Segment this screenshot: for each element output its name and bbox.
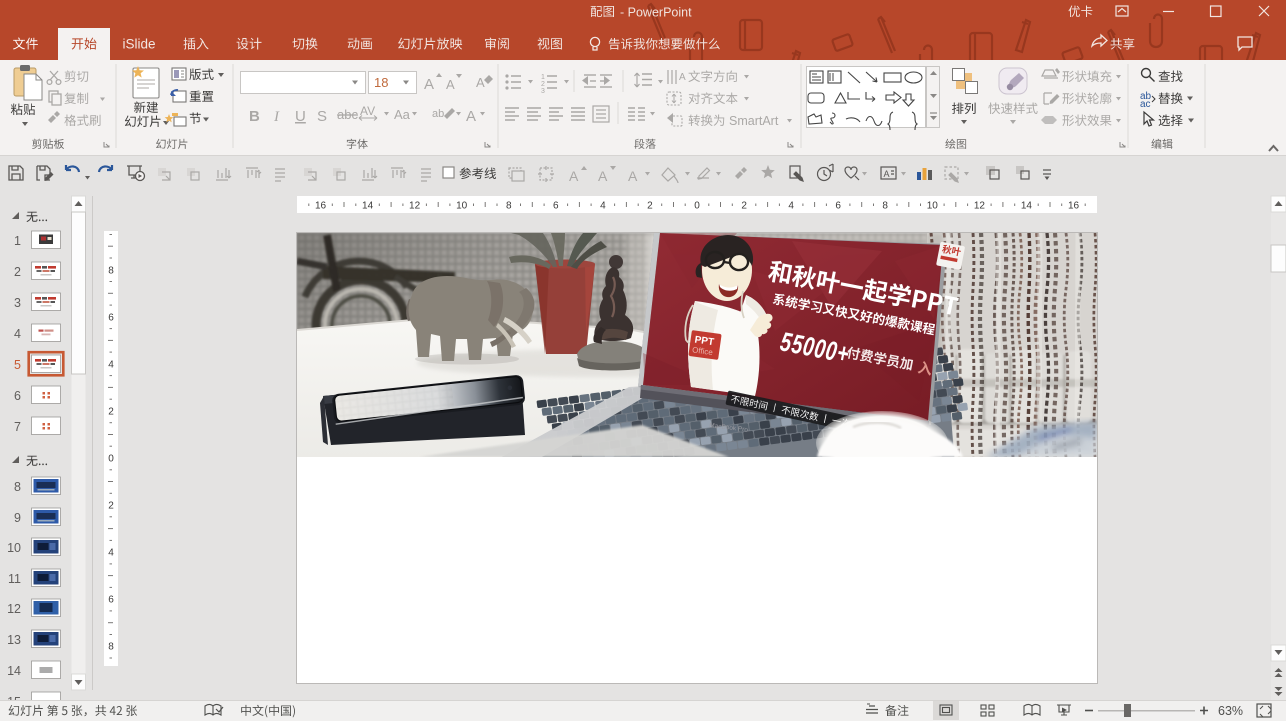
svg-text:0: 0 [694, 201, 700, 212]
svg-text:S: S [317, 108, 327, 125]
svg-text:6: 6 [835, 201, 841, 212]
svg-text:63%: 63% [1218, 704, 1243, 718]
svg-text:6: 6 [14, 389, 21, 403]
svg-text:12: 12 [409, 201, 421, 212]
svg-text:14: 14 [1021, 201, 1033, 212]
svg-text:4: 4 [108, 548, 114, 559]
svg-text:B: B [249, 108, 260, 125]
svg-text:10: 10 [927, 201, 939, 212]
svg-text:I: I [273, 109, 280, 125]
svg-text:8: 8 [108, 265, 114, 276]
svg-text:2: 2 [14, 265, 21, 279]
svg-text:abc: abc [337, 107, 358, 122]
svg-text:A: A [466, 108, 476, 125]
svg-text:11: 11 [8, 572, 21, 586]
svg-text:4: 4 [108, 359, 114, 370]
svg-text:6: 6 [108, 312, 114, 323]
svg-text:2: 2 [741, 201, 747, 212]
svg-text:3: 3 [541, 88, 545, 95]
svg-text:A: A [424, 76, 434, 93]
svg-text:9: 9 [14, 511, 21, 525]
svg-text:- PowerPoint: - PowerPoint [620, 6, 692, 20]
svg-text:A: A [679, 72, 686, 83]
svg-text:12: 12 [974, 201, 986, 212]
svg-text:0: 0 [108, 454, 114, 465]
svg-text:10: 10 [7, 541, 21, 555]
svg-text:A: A [598, 168, 608, 184]
svg-text:8: 8 [108, 642, 114, 653]
svg-text:12: 12 [7, 602, 21, 616]
svg-text:4: 4 [600, 201, 606, 212]
svg-text:A: A [446, 77, 455, 92]
svg-text:14: 14 [7, 664, 21, 678]
svg-text:5: 5 [14, 358, 21, 372]
svg-text:2: 2 [108, 406, 114, 417]
svg-text:1: 1 [541, 74, 545, 81]
svg-text:8: 8 [882, 201, 888, 212]
svg-text:1: 1 [14, 234, 21, 248]
svg-text:6: 6 [553, 201, 559, 212]
svg-text:A: A [569, 168, 579, 184]
svg-text:13: 13 [7, 633, 21, 647]
svg-text:8: 8 [506, 201, 512, 212]
svg-text:SmartArt: SmartArt [729, 114, 779, 128]
svg-text:iSlide: iSlide [122, 37, 155, 52]
svg-text:18: 18 [374, 75, 388, 90]
svg-text:ab: ab [432, 108, 444, 120]
svg-text:3: 3 [14, 296, 21, 310]
svg-text:8: 8 [14, 480, 21, 494]
svg-text:A: A [628, 168, 638, 184]
svg-text:16: 16 [315, 201, 327, 212]
svg-text:2: 2 [108, 501, 114, 512]
svg-text:A: A [884, 169, 890, 179]
svg-text:Aa: Aa [394, 107, 411, 122]
svg-text:U: U [295, 108, 306, 125]
svg-text:A: A [476, 75, 485, 90]
svg-text:16: 16 [1068, 201, 1080, 212]
svg-text:2: 2 [541, 81, 545, 88]
svg-text:4: 4 [788, 201, 794, 212]
svg-text:4: 4 [14, 327, 21, 341]
svg-text:ac: ac [1140, 99, 1151, 110]
svg-text:14: 14 [362, 201, 374, 212]
svg-text:10: 10 [456, 201, 468, 212]
svg-text:2: 2 [647, 201, 653, 212]
svg-text:7: 7 [14, 420, 21, 434]
svg-text:6: 6 [108, 595, 114, 606]
